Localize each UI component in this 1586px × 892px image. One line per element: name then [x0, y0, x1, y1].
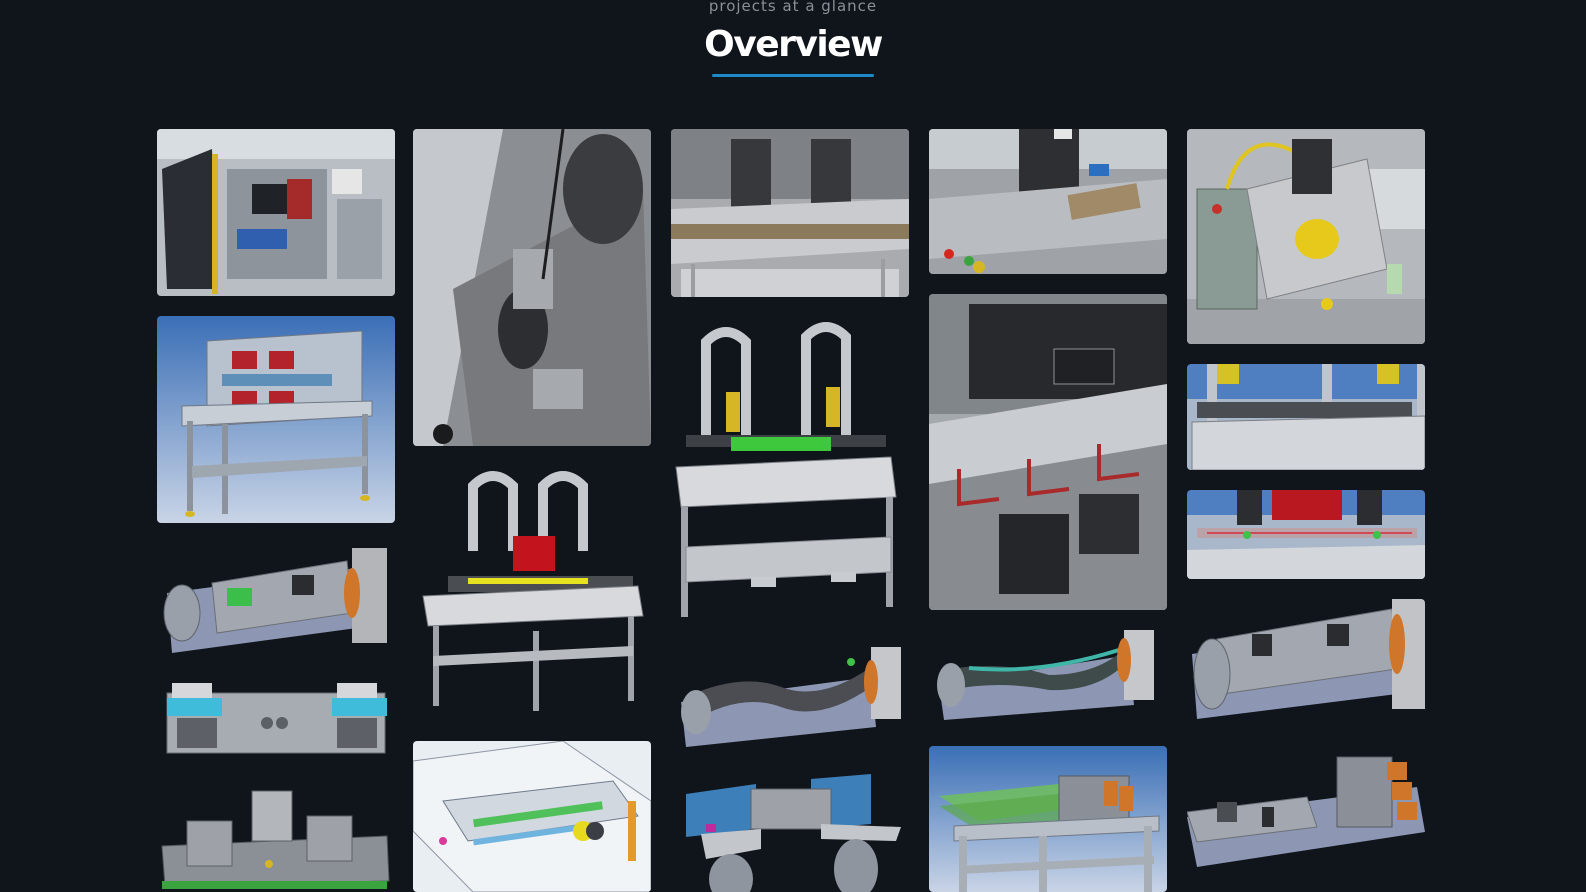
gallery-image[interactable] [671, 317, 909, 627]
gallery-image-content [163, 548, 387, 653]
project-gallery [0, 0, 1586, 892]
gallery-image-content [181, 330, 373, 517]
gallery-image[interactable] [157, 316, 395, 523]
gallery-image[interactable] [157, 678, 395, 763]
gallery-image-content [929, 294, 1167, 610]
gallery-image[interactable] [1187, 747, 1425, 892]
gallery-image-content [1192, 599, 1425, 719]
gallery-image[interactable] [413, 466, 651, 721]
gallery-image-content [681, 647, 901, 747]
gallery-image[interactable] [413, 129, 651, 446]
gallery-image[interactable] [671, 129, 909, 297]
gallery-image-content [671, 129, 909, 297]
gallery-image-content [413, 129, 651, 446]
gallery-image-content [1187, 129, 1425, 344]
gallery-image[interactable] [929, 129, 1167, 274]
gallery-image-content [1187, 364, 1425, 470]
gallery-image-content [939, 775, 1160, 892]
gallery-image[interactable] [1187, 490, 1425, 579]
gallery-image-content [166, 683, 387, 754]
gallery-image[interactable] [1187, 364, 1425, 470]
gallery-image-content [675, 322, 897, 617]
gallery-image[interactable] [413, 741, 651, 892]
gallery-image-content [422, 471, 644, 711]
gallery-image-content [1187, 490, 1425, 579]
gallery-image[interactable] [671, 647, 909, 749]
gallery-image-content [937, 630, 1154, 720]
gallery-image[interactable] [1187, 129, 1425, 344]
gallery-image-content [413, 741, 651, 892]
gallery-image-content [1187, 756, 1425, 867]
gallery-image[interactable] [1187, 599, 1425, 727]
gallery-image[interactable] [157, 786, 395, 892]
gallery-image-content [686, 774, 901, 892]
gallery-image-content [929, 129, 1167, 274]
gallery-image[interactable] [671, 769, 909, 892]
gallery-image[interactable] [157, 129, 395, 296]
gallery-image[interactable] [157, 543, 395, 658]
gallery-image-content [157, 129, 395, 296]
gallery-image[interactable] [929, 294, 1167, 610]
gallery-image[interactable] [929, 746, 1167, 892]
gallery-image[interactable] [929, 630, 1167, 726]
gallery-image-content [161, 790, 390, 889]
